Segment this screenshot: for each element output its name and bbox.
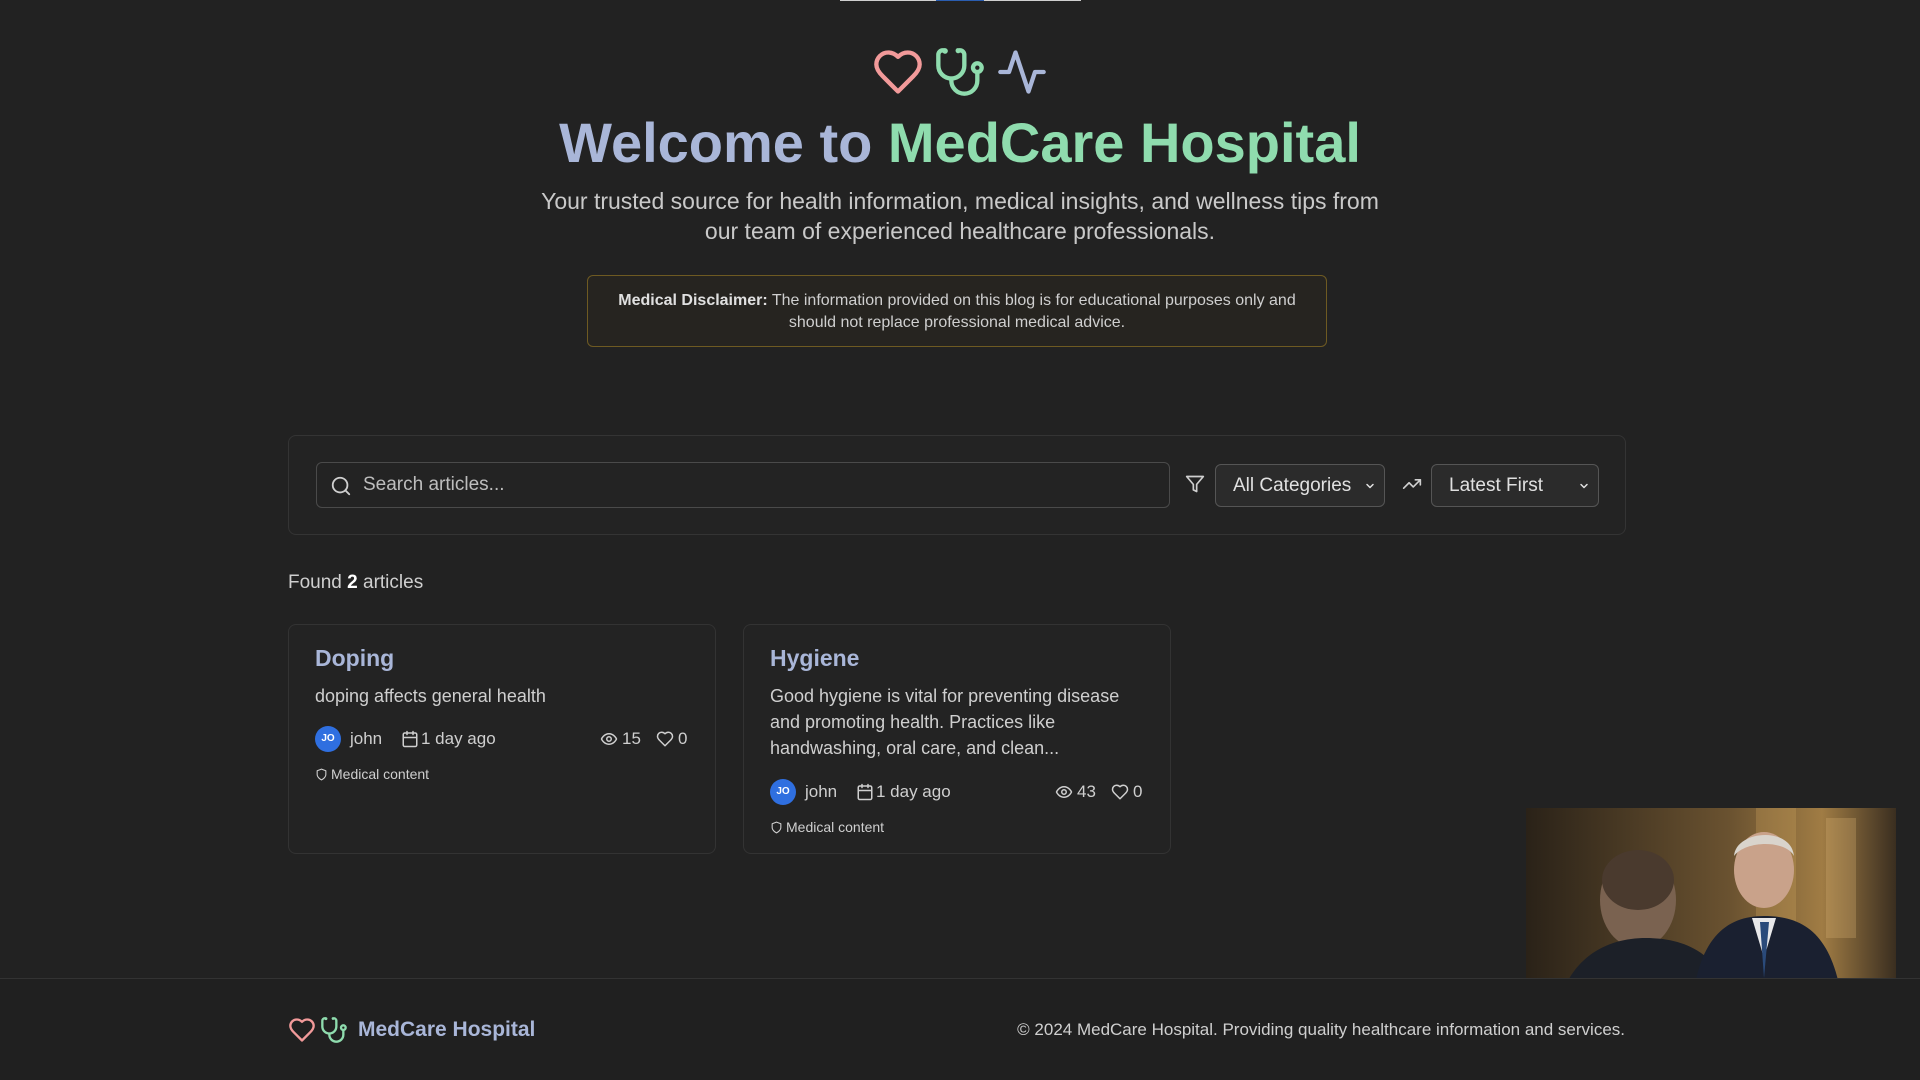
chevron-down-icon (1580, 483, 1588, 489)
title-welcome: Welcome to (559, 111, 888, 174)
article-tag: Medical content (770, 819, 884, 835)
title-hospital-name: MedCare Hospital (887, 111, 1361, 174)
hero-subtitle: Your trusted source for health informati… (541, 188, 1379, 244)
article-card-hygiene[interactable]: Hygiene Good hygiene is vital for preven… (743, 624, 1171, 854)
search-icon (331, 476, 351, 496)
results-number: 2 (347, 572, 358, 593)
medical-disclaimer: Medical Disclaimer: The information prov… (587, 275, 1327, 347)
filter-panel: All Categories Latest First (288, 435, 1626, 535)
sort-select[interactable]: Latest First (1431, 464, 1599, 507)
results-prefix: Found (288, 572, 348, 593)
search-input[interactable] (361, 463, 1161, 507)
calendar-icon (857, 783, 873, 801)
results-count: Found 2 articles (288, 572, 423, 594)
article-tag-label: Medical content (786, 819, 885, 835)
heart-icon[interactable] (1111, 783, 1129, 801)
article-views: 15 (622, 729, 641, 748)
heart-icon[interactable] (656, 730, 674, 748)
heart-icon (289, 1018, 315, 1042)
disclaimer-label: Medical Disclaimer: (618, 292, 768, 309)
filter-icon (1185, 475, 1205, 493)
article-likes: 0 (1133, 782, 1143, 801)
avatar: JO (770, 779, 796, 805)
category-select[interactable]: All Categories (1215, 464, 1385, 507)
article-meta: JO john 1 day ago 43 0 (770, 779, 1146, 805)
sort-select-value: Latest First (1449, 475, 1543, 496)
footer-copyright: © 2024 MedCare Hospital. Providing quali… (1017, 1020, 1625, 1039)
article-date: 1 day ago (421, 729, 496, 748)
article-date: 1 day ago (876, 782, 951, 801)
shield-icon (771, 821, 782, 834)
avatar: JO (315, 726, 341, 752)
article-tag-label: Medical content (331, 766, 430, 782)
chevron-down-icon (1366, 483, 1374, 489)
article-card-doping[interactable]: Doping doping affects general health JO … (288, 624, 716, 854)
trending-up-icon (1402, 479, 1422, 489)
eye-icon (1055, 786, 1073, 798)
article-likes: 0 (678, 729, 688, 748)
article-tag: Medical content (315, 766, 429, 782)
article-meta: JO john 1 day ago 15 0 (315, 726, 691, 752)
stethoscope-icon (321, 1017, 347, 1043)
footer: MedCare Hospital © 2024 MedCare Hospital… (0, 978, 1920, 1080)
search-box[interactable] (316, 462, 1170, 508)
stethoscope-icon (936, 48, 984, 96)
eye-icon (600, 733, 618, 745)
footer-brand-name: MedCare Hospital (358, 1018, 536, 1041)
article-excerpt: doping affects general health (315, 686, 546, 706)
disclaimer-text: The information provided on this blog is… (767, 292, 1296, 331)
heart-icon (874, 50, 922, 94)
top-loading-indicator (840, 0, 1081, 1)
article-views: 43 (1077, 782, 1096, 801)
shield-icon (316, 768, 327, 781)
article-excerpt: Good hygiene is vital for preventing dis… (770, 686, 1120, 758)
activity-icon (998, 50, 1046, 94)
calendar-icon (402, 730, 418, 748)
footer-brand[interactable]: MedCare Hospital (288, 1015, 535, 1045)
results-suffix: articles (357, 572, 424, 593)
article-title[interactable]: Hygiene (770, 645, 859, 672)
article-title[interactable]: Doping (315, 645, 394, 672)
hero-icons (0, 46, 1920, 98)
page-title: Welcome to MedCare Hospital (0, 108, 1920, 178)
category-select-value: All Categories (1233, 475, 1352, 496)
article-author: john (350, 729, 383, 748)
article-author: john (805, 782, 838, 801)
